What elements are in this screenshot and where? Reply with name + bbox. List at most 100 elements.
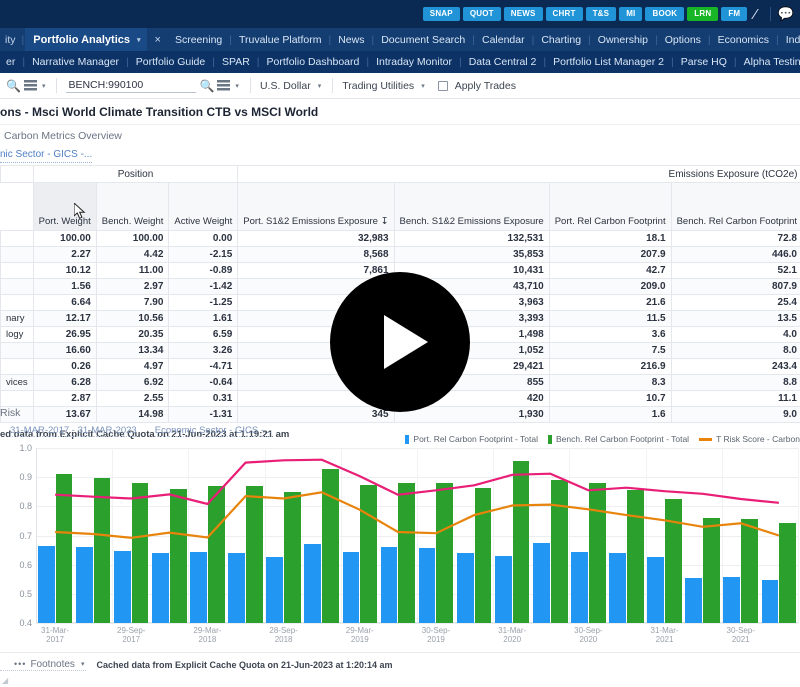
fkey-chrt[interactable]: CHRT <box>545 7 583 21</box>
cell-active-weight: -0.89 <box>168 262 239 279</box>
tab-news[interactable]: News <box>332 34 370 46</box>
tab-options[interactable]: Options <box>659 34 707 46</box>
cell-port-rel-cf: 207.9 <box>548 246 672 263</box>
col-header-bench-s12-emissions[interactable]: Bench. S1&2 Emissions Exposure <box>393 182 550 231</box>
y-axis-labels: 0.4 0.5 0.6 0.7 0.8 0.9 1.0 <box>0 443 34 628</box>
cell-active-weight: 6.59 <box>168 326 239 343</box>
tab-portfolio-analytics[interactable]: Portfolio Analytics ▾ <box>25 28 147 51</box>
subtab-left-truncated[interactable]: er <box>0 56 21 68</box>
cell-active-weight: 3.26 <box>168 342 239 359</box>
subtab-spar[interactable]: SPAR <box>216 56 256 68</box>
cell-port-rel-cf: 42.7 <box>548 262 672 279</box>
cell-active-weight: 1.61 <box>168 310 239 327</box>
subtab-alpha-testing[interactable]: Alpha Testing <box>738 56 800 68</box>
chevron-down-icon[interactable]: ▾ <box>42 82 46 90</box>
fkey-ts[interactable]: T&S <box>585 7 617 21</box>
tab-document-search[interactable]: Document Search <box>375 34 471 46</box>
resize-grip-icon[interactable]: ◢ <box>2 676 10 685</box>
fkey-fm[interactable]: FM <box>721 7 748 21</box>
benchmark-input[interactable] <box>66 78 197 93</box>
col-header-port-weight[interactable]: Port. Weight <box>32 182 97 231</box>
cell-port-rel-cf: 18.1 <box>548 230 672 247</box>
x-tick-label: 31-Mar-2017 <box>41 626 70 644</box>
secondary-tab-bar: er | Narrative Manager | Portfolio Guide… <box>0 51 800 73</box>
search-icon-benchmark[interactable]: 🔍 <box>199 79 214 93</box>
chevron-down-icon-benchmark[interactable]: ▾ <box>235 82 239 90</box>
legend-item-port-rel-cf[interactable]: Port. Rel Carbon Footprint - Total <box>405 434 538 444</box>
page-title: ons - Msci World Climate Transition CTB … <box>0 99 800 125</box>
table-row[interactable]: 2.27 4.42 -2.15 8,568 35,853 207.9 446.0… <box>0 246 800 263</box>
breadcrumb[interactable]: nic Sector - GICS -... <box>0 147 93 163</box>
primary-tab-bar: ity | Portfolio Analytics ▾ × Screening … <box>0 28 800 51</box>
col-header-port-s12-emissions[interactable]: Port. S1&2 Emissions Exposure ↧ <box>237 182 395 231</box>
cell-active-weight: -4.71 <box>168 358 239 375</box>
cell-bench-weight: 10.56 <box>95 310 170 327</box>
play-button-overlay[interactable] <box>330 272 470 412</box>
x-tick-label <box>760 626 798 644</box>
row-label: vices <box>0 374 34 391</box>
chart-section: Risk 31-MAR-2017 - 31-MAR-2023 Economic … <box>0 404 800 644</box>
chevron-down-icon-trading: ▾ <box>421 82 425 90</box>
close-icon[interactable]: × <box>147 34 169 46</box>
fkey-snap[interactable]: SNAP <box>422 7 460 21</box>
table-row[interactable]: 100.00 100.00 0.00 32,983 132,531 18.1 7… <box>0 230 800 247</box>
group-header-position: Position <box>32 165 239 183</box>
fkey-quot[interactable]: QUOT <box>462 7 501 21</box>
chat-bubble-icon[interactable]: 💬 <box>778 6 794 22</box>
tab-truvalue-platform[interactable]: Truvalue Platform <box>233 34 327 46</box>
legend-item-bench-rel-cf[interactable]: Bench. Rel Carbon Footprint - Total <box>547 434 689 444</box>
cell-port-weight: 6.64 <box>32 294 97 311</box>
legend-item-t-risk-score[interactable]: T Risk Score - Carbon <box>699 434 800 444</box>
cell-port-weight: 100.00 <box>32 230 97 247</box>
footnotes-button[interactable]: ••• Footnotes ▾ <box>0 659 87 671</box>
cell-bench-rel-cf: 8.0 <box>670 342 800 359</box>
tab-calendar[interactable]: Calendar <box>476 34 531 46</box>
fkey-book[interactable]: BOOK <box>645 7 685 21</box>
subtab-portfolio-guide[interactable]: Portfolio Guide <box>130 56 211 68</box>
mouse-cursor <box>73 201 86 225</box>
cell-port-weight: 0.26 <box>32 358 97 375</box>
apply-trades-checkbox[interactable] <box>437 80 448 91</box>
subtab-intraday-monitor[interactable]: Intraday Monitor <box>370 56 458 68</box>
fkey-mi[interactable]: MI <box>619 7 643 21</box>
subtab-portfolio-list-manager-2[interactable]: Portfolio List Manager 2 <box>547 56 670 68</box>
fkey-news[interactable]: NEWS <box>503 7 543 21</box>
tab-economics[interactable]: Economics <box>712 34 775 46</box>
tab-screening[interactable]: Screening <box>169 34 228 46</box>
y-tick-label: 0.4 <box>19 618 32 628</box>
currency-select[interactable]: U.S. Dollar ▾ <box>260 80 323 92</box>
list-icon-benchmark[interactable] <box>217 80 231 91</box>
col-header-port-rel-carbon-footprint[interactable]: Port. Rel Carbon Footprint <box>548 182 672 231</box>
trading-utilities-menu[interactable]: Trading Utilities ▾ <box>342 80 426 92</box>
subtab-narrative-manager[interactable]: Narrative Manager <box>26 56 125 68</box>
chart-grouping[interactable]: Economic Sector - GICS -... <box>154 425 272 437</box>
cell-bench-s12: 132,531 <box>393 230 550 247</box>
tab-charting[interactable]: Charting <box>535 34 587 46</box>
x-tick-label <box>379 626 417 644</box>
tab-ownership[interactable]: Ownership <box>592 34 654 46</box>
currency-label: U.S. Dollar <box>259 79 311 92</box>
fkey-lrn[interactable]: LRN <box>687 7 719 21</box>
col-header-active-weight[interactable]: Active Weight <box>168 182 239 231</box>
chart-date-range[interactable]: 31-MAR-2017 - 31-MAR-2023 <box>10 425 137 437</box>
group-header-emissions: Emissions Exposure (tCO2e) <box>237 165 800 183</box>
cell-port-rel-cf: 209.0 <box>548 278 672 295</box>
col-header-bench-rel-carbon-footprint[interactable]: Bench. Rel Carbon Footprint <box>670 182 800 231</box>
row-label: nary <box>0 310 34 327</box>
percent-icon[interactable]: ⁄ <box>754 6 757 23</box>
carbon-footprint-chart[interactable]: 0.4 0.5 0.6 0.7 0.8 0.9 1.0 31-Mar-2017 29-Sep-… <box>0 443 800 644</box>
tab-industry[interactable]: Industry <box>780 34 800 46</box>
subtab-portfolio-dashboard[interactable]: Portfolio Dashboard <box>261 56 366 68</box>
list-icon[interactable] <box>23 80 37 91</box>
search-icon[interactable]: 🔍 <box>6 79 21 93</box>
dots-icon: ••• <box>14 659 27 669</box>
subtab-data-central-2[interactable]: Data Central 2 <box>463 56 543 68</box>
tab-left-truncated[interactable]: ity <box>0 34 21 46</box>
cell-bench-weight: 13.34 <box>95 342 170 359</box>
gridline-vertical <box>798 448 799 623</box>
col-header-bench-weight[interactable]: Bench. Weight <box>95 182 170 231</box>
subtab-parse-hq[interactable]: Parse HQ <box>675 56 733 68</box>
chevron-down-icon[interactable]: ▾ <box>137 36 141 44</box>
legend-swatch-blue <box>405 434 410 444</box>
cell-bench-rel-cf: 4.0 <box>670 326 800 343</box>
